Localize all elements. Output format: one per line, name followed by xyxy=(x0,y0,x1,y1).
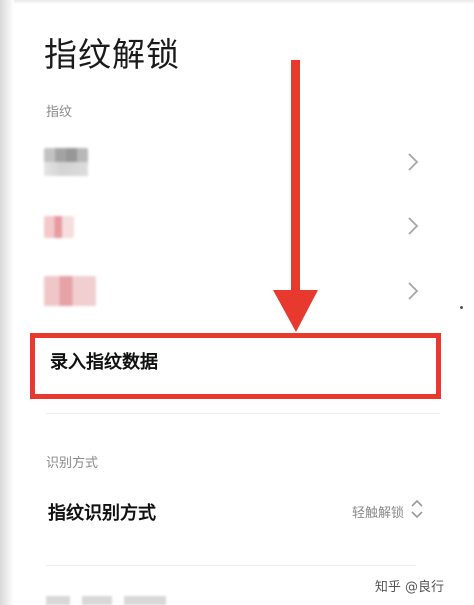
recognition-mode-selector[interactable]: 指纹识别方式 轻触解锁 xyxy=(30,478,440,542)
fingerprint-name-blurred xyxy=(44,276,96,306)
recognition-mode-value: 轻触解锁 xyxy=(351,506,404,521)
up-down-chevron-icon xyxy=(411,499,423,519)
enroll-fingerprint-button[interactable]: 录入指纹数据 xyxy=(30,333,441,399)
page-title: 指纹解锁 xyxy=(44,35,180,74)
fingerprint-item[interactable] xyxy=(30,198,440,254)
chevron-right-icon xyxy=(408,217,419,235)
fingerprint-item[interactable] xyxy=(30,134,440,190)
divider xyxy=(46,413,440,414)
chevron-right-icon xyxy=(408,153,419,171)
enroll-fingerprint-label: 录入指纹数据 xyxy=(50,352,158,373)
fingerprint-name-blurred xyxy=(44,216,74,238)
fingerprint-name-blurred xyxy=(44,148,88,176)
partial-next-row-blurred xyxy=(46,596,166,605)
section-label-fingerprint: 指纹 xyxy=(46,105,73,120)
fingerprint-item[interactable] xyxy=(30,263,440,319)
section-label-recognition: 识别方式 xyxy=(46,456,99,471)
screen-edge xyxy=(0,0,14,605)
watermark: 知乎 @良行 xyxy=(374,580,444,595)
status-bar-remnant xyxy=(14,0,474,4)
recognition-mode-label: 指纹识别方式 xyxy=(48,503,156,524)
chevron-right-icon xyxy=(408,282,419,300)
divider xyxy=(46,565,416,566)
scroll-dot xyxy=(460,306,463,309)
